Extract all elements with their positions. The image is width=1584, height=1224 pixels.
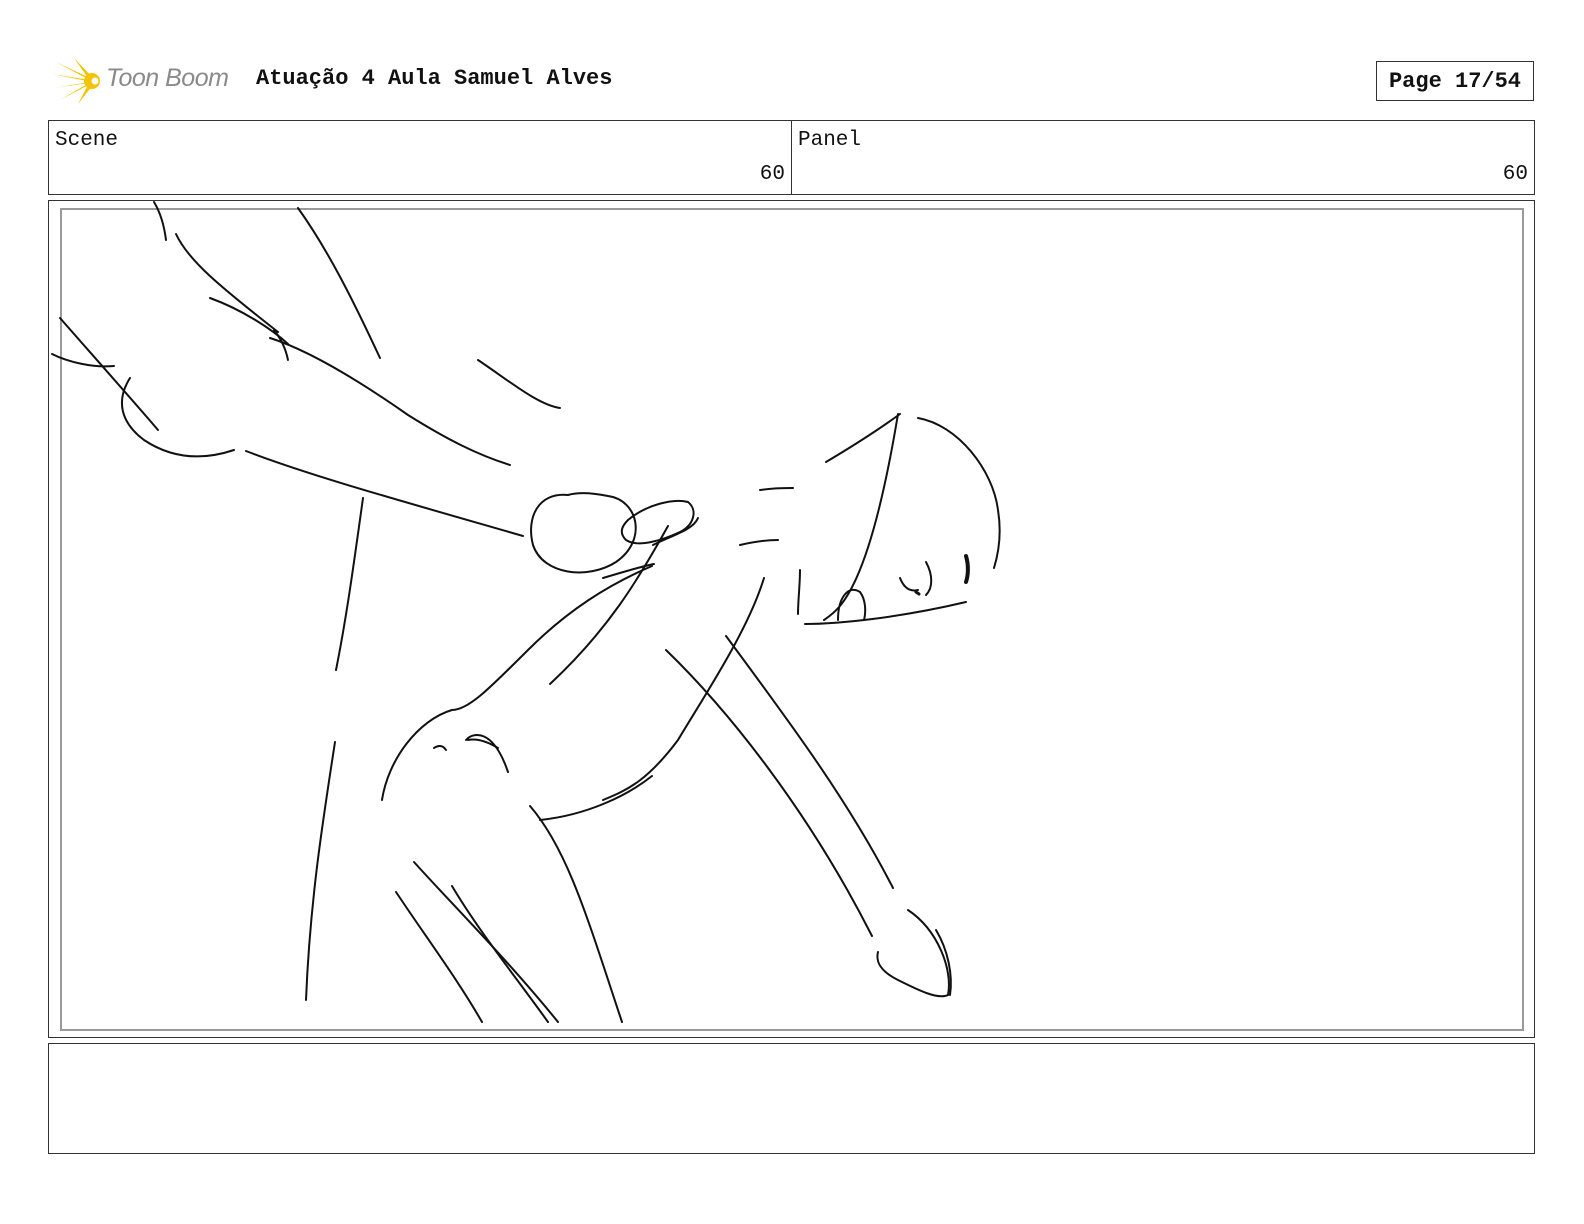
panel-number: 60 <box>1502 163 1528 186</box>
scene-label: Scene <box>55 129 119 152</box>
panel-label: Panel <box>798 129 862 152</box>
scene-panel-row: Scene 60 Panel 60 <box>48 120 1535 195</box>
scene-cell: Scene 60 <box>49 121 791 194</box>
panel-notes <box>48 1043 1535 1154</box>
page-indicator: Page 17/54 <box>1376 61 1534 101</box>
sunburst-icon <box>52 58 100 104</box>
panel-cell: Panel 60 <box>791 121 1534 194</box>
storyboard-sketch <box>51 201 1001 1023</box>
scene-number: 60 <box>759 163 785 186</box>
brand-name: Toon Boom <box>106 64 229 92</box>
document-title: Atuação 4 Aula Samuel Alves <box>256 66 613 91</box>
